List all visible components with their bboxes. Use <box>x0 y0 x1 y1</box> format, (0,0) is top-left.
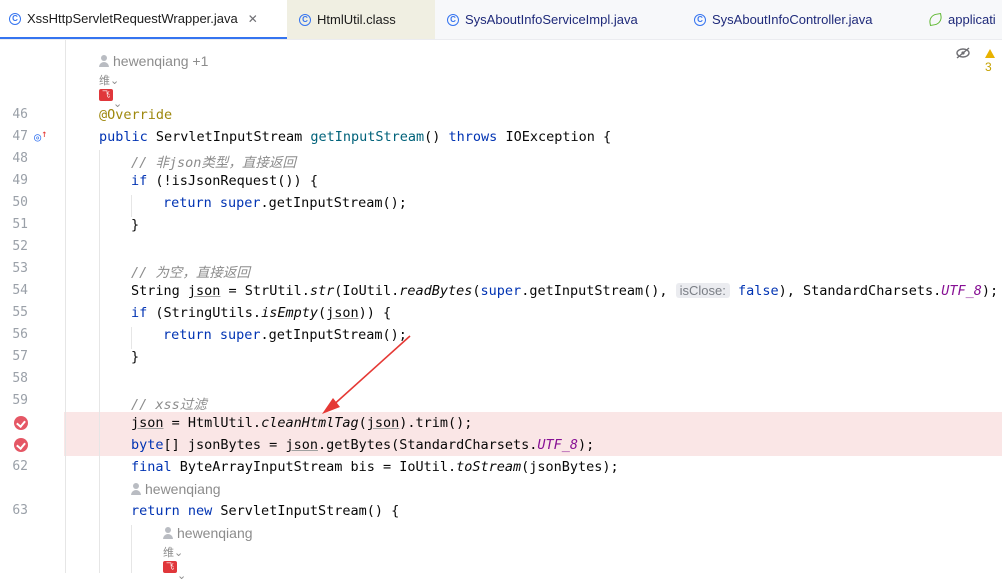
annotation-arrow <box>322 335 411 414</box>
